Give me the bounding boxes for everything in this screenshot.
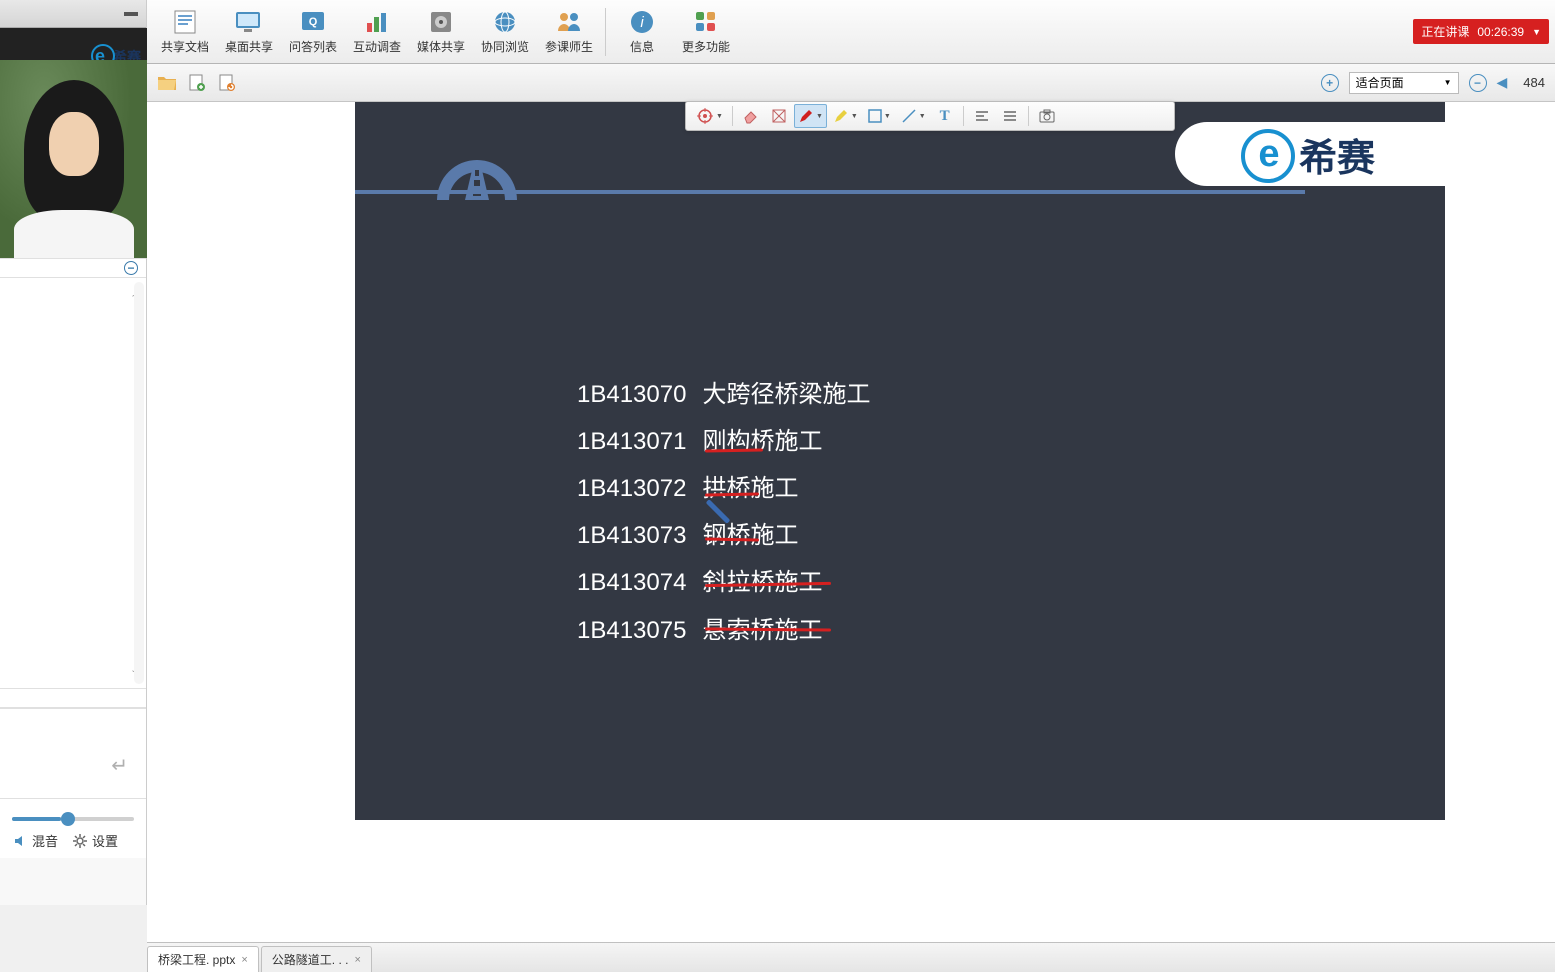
send-icon[interactable]: ↵ [111, 753, 128, 778]
main-toolbar: 共享文档 桌面共享 Q 问答列表 互动调查 媒体共享 协同浏览 参课师生 i 信… [147, 0, 1555, 64]
snapshot-tool[interactable] [1034, 104, 1060, 128]
toolbar-separator [605, 8, 606, 56]
svg-text:Q: Q [309, 16, 318, 28]
tb-share-doc[interactable]: 共享文档 [153, 3, 217, 61]
file-toolbar: + 适合页面▼ − ◀ 484 [147, 64, 1555, 102]
document-tabs: 桥梁工程. pptx× 公路隧道工. . .× [147, 942, 1555, 972]
volume-slider[interactable] [12, 817, 134, 821]
doc-tab[interactable]: 桥梁工程. pptx× [147, 946, 259, 972]
info-icon: i [627, 9, 657, 35]
chevron-down-icon: ▼ [1444, 78, 1452, 87]
brand-badge: e 希赛 [1175, 122, 1445, 186]
media-icon [426, 9, 456, 35]
collapse-bar: − [0, 258, 146, 278]
close-tab-icon[interactable]: × [241, 954, 247, 966]
zoom-in-button[interactable]: + [1321, 74, 1339, 92]
slider-knob[interactable] [61, 812, 75, 826]
globe-icon [490, 9, 520, 35]
status-time: 00:26:39 [1477, 25, 1524, 39]
eraser-tool[interactable] [738, 104, 764, 128]
open-folder-icon[interactable] [157, 74, 177, 92]
line-tool[interactable]: ▼ [897, 104, 930, 128]
tb-more[interactable]: 更多功能 [674, 3, 738, 61]
settings-button[interactable]: 设置 [72, 831, 118, 850]
chat-input-area[interactable]: ↵ [0, 708, 146, 798]
slide: e 希赛 1B413070大跨径桥梁施工 1B413071刚构桥施工 1B413… [355, 102, 1445, 820]
tb-attendees[interactable]: 参课师生 [537, 3, 601, 61]
mix-button[interactable]: 混音 [12, 831, 58, 850]
clear-tool[interactable] [766, 104, 792, 128]
tb-survey[interactable]: 互动调查 [345, 3, 409, 61]
text-tool[interactable]: T [932, 104, 958, 128]
webcam-feed: e 希赛 [0, 28, 147, 258]
align-justify-tool[interactable] [997, 104, 1023, 128]
chart-icon [362, 9, 392, 35]
align-left-tool[interactable] [969, 104, 995, 128]
qa-icon: Q [298, 9, 328, 35]
people-icon [554, 9, 584, 35]
brand-text: 希赛 [1299, 127, 1375, 182]
pointer-tool[interactable]: ▼ [692, 104, 727, 128]
content-outline: 1B413070大跨径桥梁施工 1B413071刚构桥施工 1B413072拱桥… [575, 370, 886, 655]
doc-tab[interactable]: 公路隧道工. . .× [261, 946, 372, 972]
new-doc-icon[interactable] [187, 74, 207, 92]
collapse-bar-2 [0, 688, 146, 708]
status-label: 正在讲课 [1421, 23, 1469, 40]
drag-grip-icon [124, 12, 138, 16]
brand-e-icon: e [1245, 133, 1293, 176]
grid-icon [691, 9, 721, 35]
scroll-down-icon[interactable]: ﹀ [132, 667, 142, 682]
left-panel: e 希赛 − ︿ ﹀ ↵ 混音 设置 [0, 0, 147, 905]
tunnel-icon [417, 130, 527, 208]
tb-cobrowse[interactable]: 协同浏览 [473, 3, 537, 61]
close-tab-icon[interactable]: × [354, 954, 360, 966]
chevron-down-icon: ▼ [1532, 27, 1541, 37]
desktop-icon [234, 9, 264, 35]
tb-qa-list[interactable]: Q 问答列表 [281, 3, 345, 61]
prev-page-icon[interactable]: ◀ [1497, 74, 1508, 91]
scroll-up-icon[interactable]: ︿ [132, 284, 142, 299]
panel-handle[interactable] [0, 0, 146, 28]
outline-row: 1B413070大跨径桥梁施工 [577, 372, 884, 417]
tb-media-share[interactable]: 媒体共享 [409, 3, 473, 61]
audio-icon [12, 833, 28, 849]
gear-icon [72, 833, 88, 849]
tb-info[interactable]: i 信息 [610, 3, 674, 61]
lecture-status[interactable]: 正在讲课 00:26:39 ▼ [1413, 19, 1549, 44]
zoom-out-button[interactable]: − [1469, 74, 1487, 92]
zoom-mode-select[interactable]: 适合页面▼ [1349, 72, 1459, 94]
presenter-video [0, 60, 147, 258]
audio-mixer: 混音 设置 [0, 798, 146, 858]
collapse-button[interactable]: − [124, 261, 138, 275]
document-canvas: 〈 e 希赛 1B413070大跨径桥梁施工 1B413071刚构桥施工 1B4… [147, 102, 1555, 942]
outline-row: 1B413071刚构桥施工 [577, 419, 884, 464]
zoom-value: 484 [1523, 75, 1545, 90]
refresh-doc-icon[interactable] [217, 74, 237, 92]
pen-tool[interactable]: ▼ [794, 104, 827, 128]
document-icon [170, 9, 200, 35]
shape-rect-tool[interactable]: ▼ [864, 104, 895, 128]
outline-row: 1B413072拱桥施工 [577, 466, 884, 511]
tb-share-desktop[interactable]: 桌面共享 [217, 3, 281, 61]
outline-row: 1B413073钢桥施工 [577, 513, 884, 558]
participant-list[interactable]: ︿ ﹀ [0, 278, 146, 688]
annotation-toolbar: ▼ ▼ ▼ ▼ ▼ T [685, 101, 1175, 131]
highlighter-tool[interactable]: ▼ [829, 104, 862, 128]
